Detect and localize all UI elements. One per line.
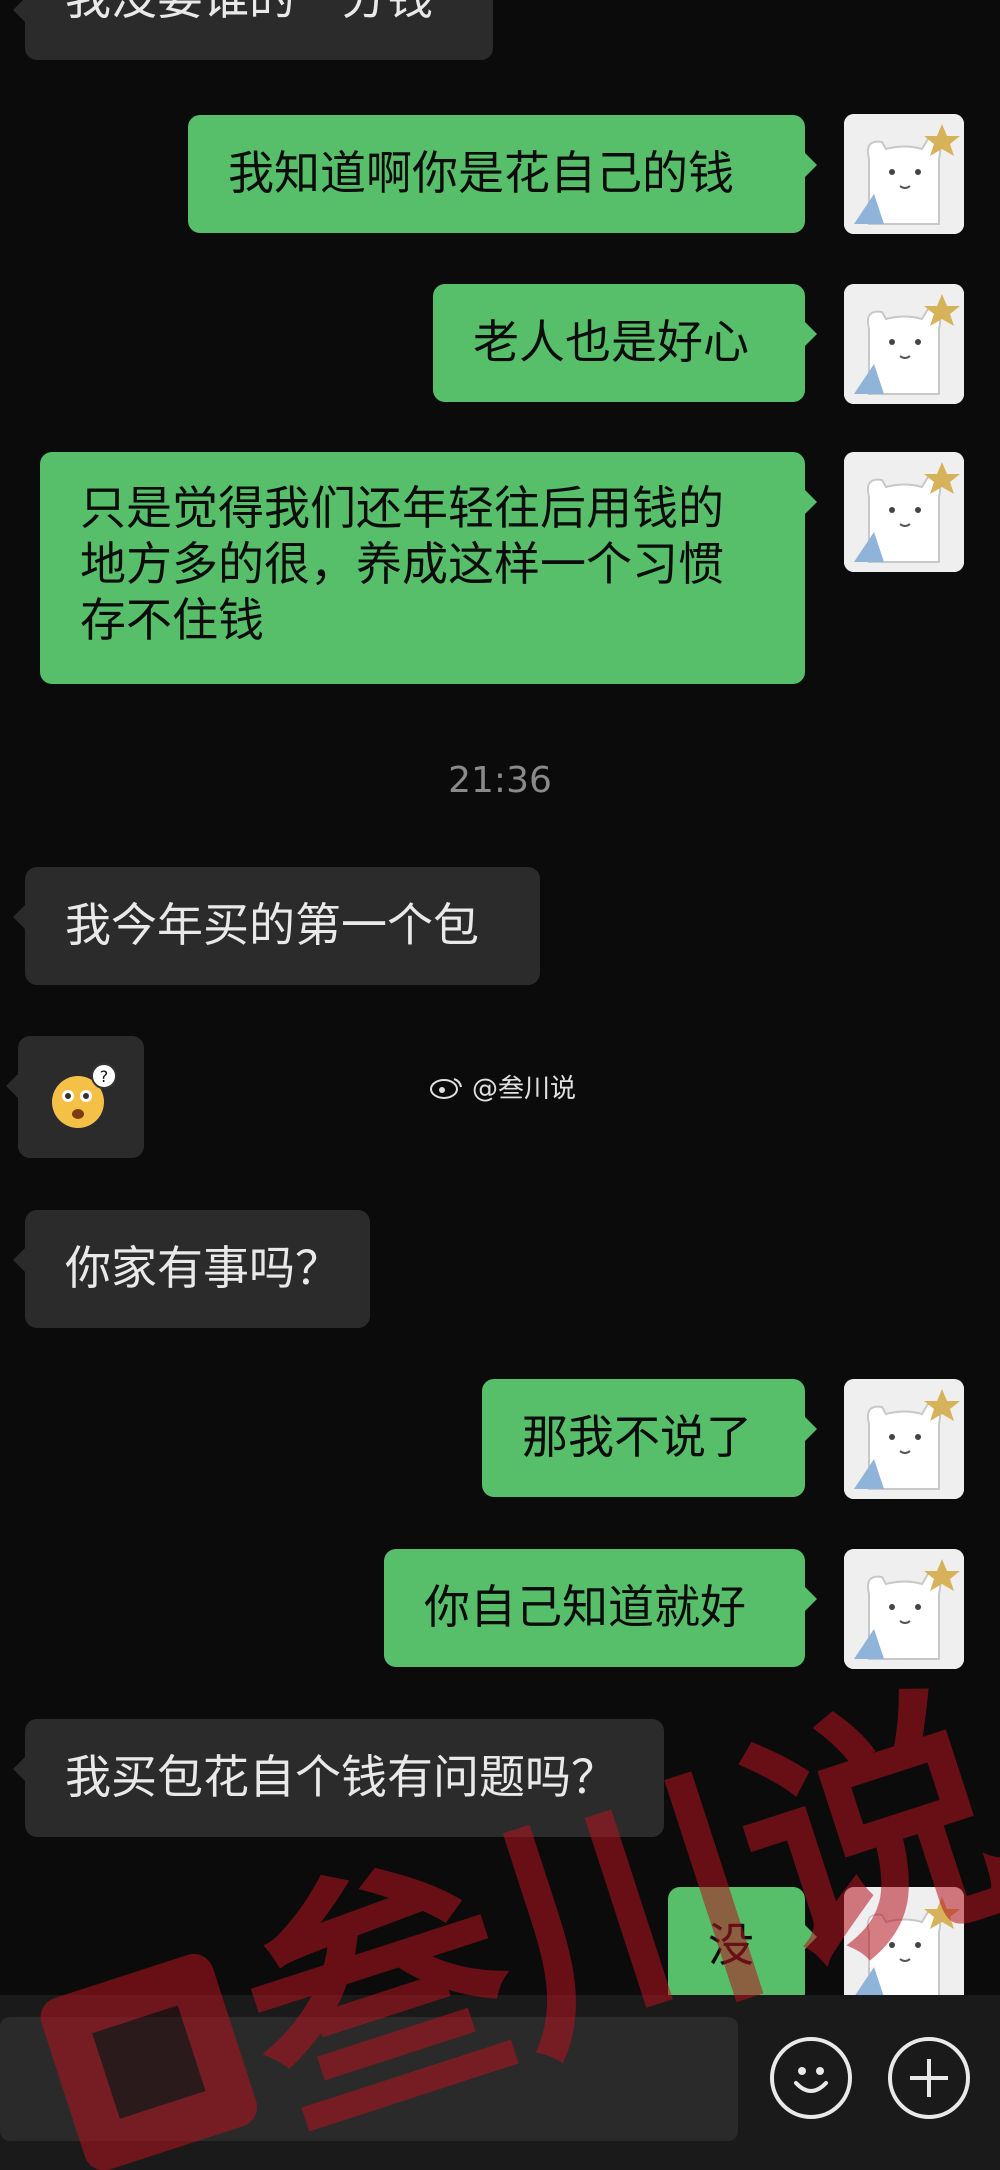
incoming-message[interactable]: 我没要谁的一分钱: [13, 0, 493, 60]
weibo-logo-icon: [430, 1077, 462, 1099]
emoji-button[interactable]: [770, 2037, 852, 2119]
plus-button[interactable]: [888, 2037, 970, 2119]
message-text: 你自己知道就好: [424, 1580, 746, 1634]
outgoing-message[interactable]: 没: [668, 1887, 817, 1995]
avatar[interactable]: [844, 452, 964, 572]
message-text: 我没要谁的一分钱: [65, 0, 433, 25]
chat-area[interactable]: 我没要谁的一分钱 我知道啊你是花自己的钱 老人也是好心 只是觉得我们还年轻往后用…: [0, 0, 1000, 1995]
avatar[interactable]: [844, 1887, 964, 1995]
cat-avatar-icon: [844, 1549, 964, 1669]
bottom-input-bar: [0, 1995, 1000, 2170]
outgoing-message[interactable]: 你自己知道就好: [384, 1549, 817, 1667]
message-text: 没: [708, 1918, 754, 1972]
avatar[interactable]: [844, 1379, 964, 1499]
incoming-message[interactable]: 你家有事吗？: [13, 1210, 370, 1328]
avatar[interactable]: [844, 1549, 964, 1669]
incoming-message[interactable]: 我今年买的第一个包: [13, 867, 540, 985]
message-text: 老人也是好心: [473, 315, 749, 369]
incoming-message[interactable]: 我买包花自个钱有问题吗？: [13, 1719, 664, 1837]
outgoing-message[interactable]: 只是觉得我们还年轻往后用钱的地方多的很，养成这样一个习惯存不住钱: [40, 452, 817, 684]
message-text: 我买包花自个钱有问题吗？: [65, 1750, 617, 1804]
cat-avatar-icon: [844, 114, 964, 234]
cat-avatar-icon: [844, 1379, 964, 1499]
message-text: 那我不说了: [522, 1410, 752, 1464]
message-input[interactable]: [0, 2017, 738, 2141]
message-text: 我今年买的第一个包: [65, 898, 479, 952]
message-text: 我知道啊你是花自己的钱: [228, 146, 734, 200]
smiley-icon: [794, 2067, 828, 2093]
message-text: 只是觉得我们还年轻往后用钱的地方多的很，养成这样一个习惯存不住钱: [80, 481, 724, 647]
outgoing-message[interactable]: 老人也是好心: [433, 284, 817, 402]
confused-face-icon: ?: [52, 1063, 117, 1128]
message-text: 你家有事吗？: [65, 1241, 341, 1295]
weibo-handle: @叁川说: [472, 1074, 577, 1104]
avatar[interactable]: [844, 284, 964, 404]
plus-icon: [910, 2059, 948, 2097]
outgoing-message[interactable]: 那我不说了: [482, 1379, 817, 1497]
avatar[interactable]: [844, 114, 964, 234]
cat-avatar-icon: [844, 452, 964, 572]
weibo-watermark: @叁川说: [428, 1068, 576, 1105]
cat-avatar-icon: [844, 1887, 964, 1995]
timestamp: 21:36: [448, 760, 552, 801]
svg-text:?: ?: [100, 1067, 109, 1086]
cat-avatar-icon: [844, 284, 964, 404]
outgoing-message[interactable]: 我知道啊你是花自己的钱: [188, 115, 817, 233]
incoming-emoji-message[interactable]: ?: [6, 1036, 144, 1158]
